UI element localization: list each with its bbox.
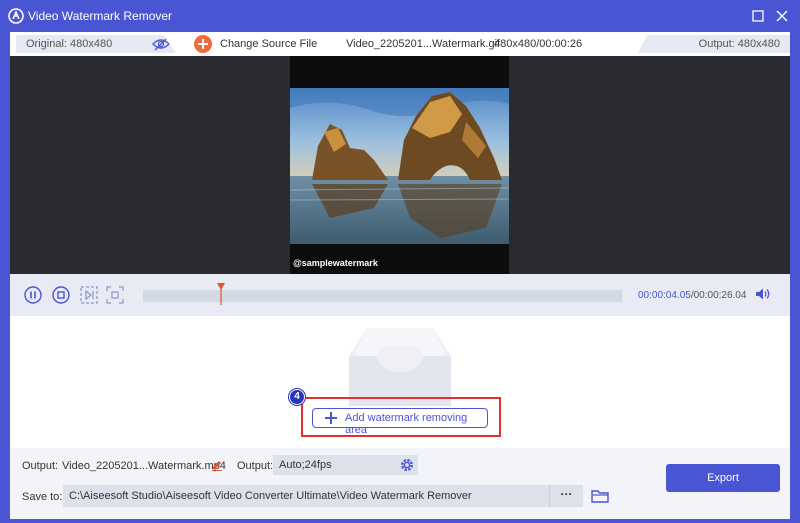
pause-icon[interactable] bbox=[24, 286, 42, 304]
browse-button[interactable]: ··· bbox=[549, 485, 583, 507]
folder-icon[interactable] bbox=[591, 488, 609, 504]
export-button[interactable]: Export bbox=[666, 464, 780, 492]
step-badge: 4 bbox=[289, 389, 305, 405]
output-file-name: Video_2205201...Watermark.mp4 bbox=[62, 460, 226, 472]
title-bar: Video Watermark Remover bbox=[0, 0, 800, 32]
playback-controls: 00:00:04.05/00:00:26.04 bbox=[10, 274, 790, 316]
volume-icon[interactable] bbox=[755, 287, 771, 301]
watermark-area-panel: 4 Add watermark removing area bbox=[10, 316, 790, 448]
timeline-track[interactable] bbox=[143, 290, 622, 302]
output-settings-label: Output: bbox=[237, 460, 274, 472]
change-source-label: Change Source File bbox=[220, 38, 318, 50]
save-path-value: C:\Aiseesoft Studio\Aiseesoft Video Conv… bbox=[69, 490, 472, 502]
output-settings-value: Auto;24fps bbox=[279, 459, 332, 471]
video-preview-area: @samplewatermark bbox=[10, 56, 790, 274]
pencil-icon[interactable] bbox=[211, 458, 223, 471]
source-file-meta: 480x480/00:00:26 bbox=[494, 38, 583, 50]
current-time: 00:00:04.05 bbox=[638, 290, 691, 301]
window-frame-left bbox=[0, 32, 10, 523]
output-settings-field[interactable]: Auto;24fps bbox=[273, 455, 418, 475]
output-label: Output: bbox=[22, 460, 59, 472]
output-size-label: Output: 480x480 bbox=[698, 38, 780, 50]
window-title: Video Watermark Remover bbox=[28, 9, 173, 23]
maximize-icon[interactable] bbox=[749, 7, 767, 25]
next-frame-icon[interactable] bbox=[80, 286, 98, 304]
playhead-icon[interactable] bbox=[216, 283, 226, 305]
eye-slash-icon[interactable] bbox=[152, 37, 170, 51]
video-frame: @samplewatermark bbox=[290, 56, 509, 274]
info-bar: Original: 480x480 Change Source File Vid… bbox=[10, 32, 790, 56]
watermark-text: @samplewatermark bbox=[293, 258, 378, 268]
window-frame-right bbox=[790, 32, 800, 523]
source-file-name: Video_2205201...Watermark.gif bbox=[346, 38, 501, 50]
gear-icon[interactable] bbox=[399, 457, 415, 473]
plus-icon bbox=[325, 412, 337, 424]
add-watermark-area-button[interactable]: Add watermark removing area bbox=[312, 408, 488, 436]
change-source-button[interactable]: Change Source File bbox=[194, 34, 324, 54]
save-path-field[interactable]: C:\Aiseesoft Studio\Aiseesoft Video Conv… bbox=[63, 485, 549, 507]
stop-icon[interactable] bbox=[52, 286, 70, 304]
crop-frame-icon[interactable] bbox=[106, 286, 124, 304]
total-time: /00:00:26.04 bbox=[690, 290, 747, 301]
playback-time: 00:00:04.05/00:00:26.04 bbox=[638, 290, 746, 301]
window-frame-bottom bbox=[0, 519, 800, 523]
plus-circle-icon bbox=[194, 35, 212, 53]
output-info: Output: 480x480 bbox=[638, 35, 790, 53]
save-to-label: Save to: bbox=[22, 491, 63, 503]
video-frame-image bbox=[290, 88, 509, 244]
bottom-settings-panel: Output: Video_2205201...Watermark.mp4 Ou… bbox=[10, 448, 790, 519]
original-size-label: Original: 480x480 bbox=[26, 38, 113, 50]
close-icon[interactable] bbox=[773, 7, 791, 25]
original-info: Original: 480x480 bbox=[16, 35, 176, 53]
tray-icon bbox=[349, 328, 451, 406]
add-watermark-area-label: Add watermark removing area bbox=[345, 412, 468, 436]
app-logo-icon bbox=[8, 8, 24, 24]
